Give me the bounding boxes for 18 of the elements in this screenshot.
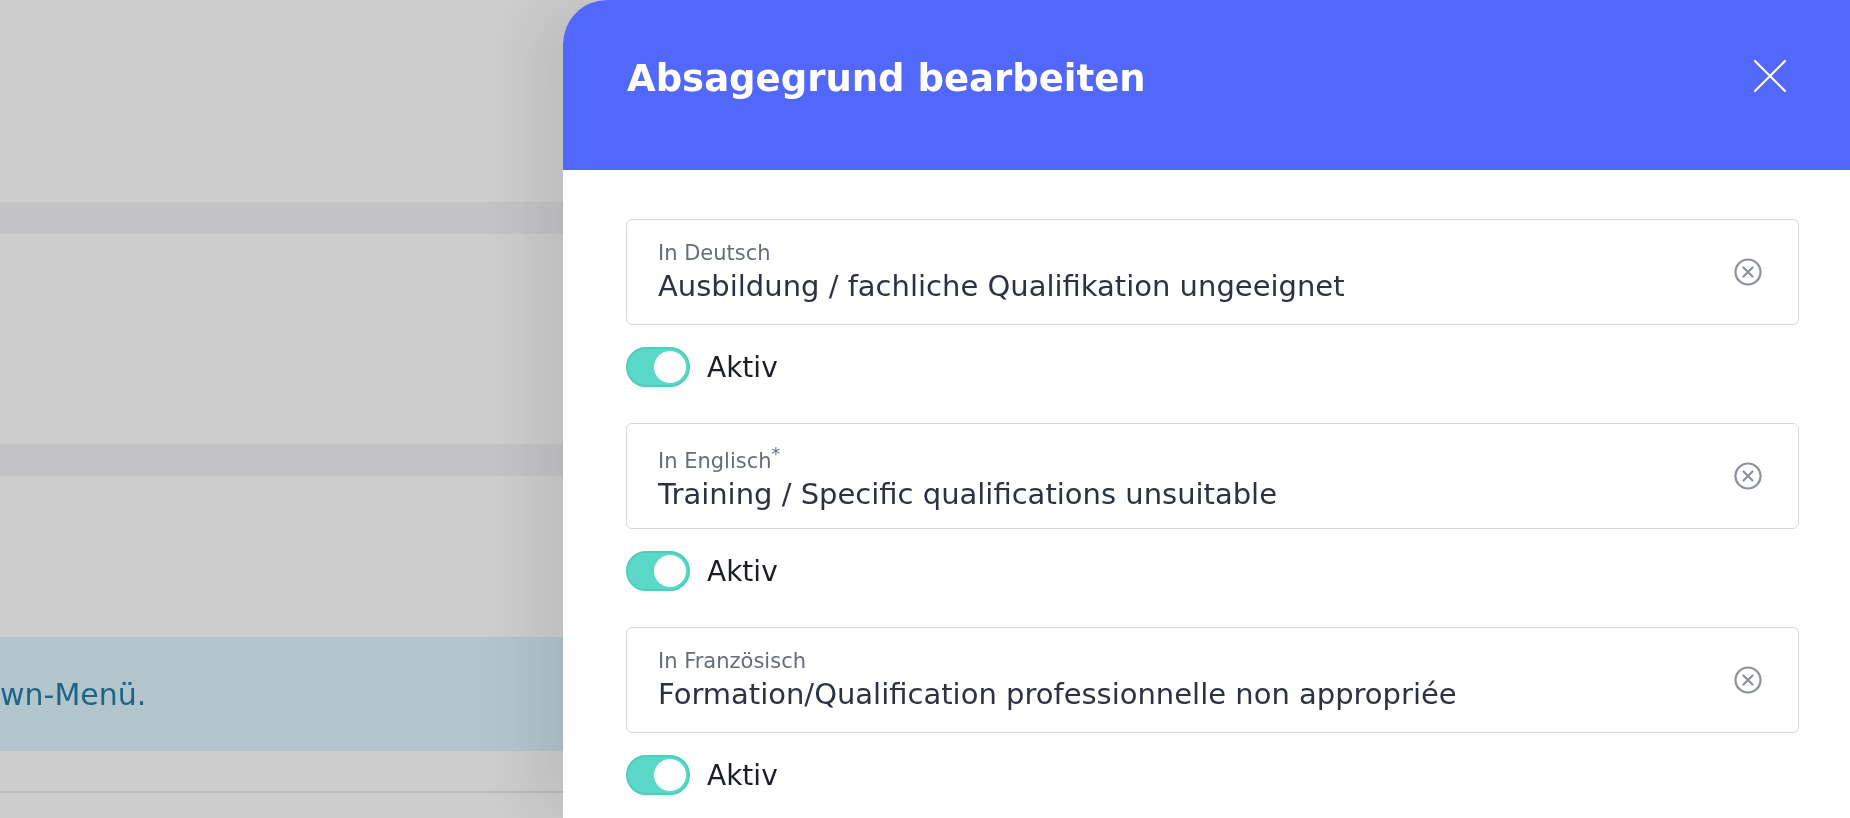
drawer-title: Absagegrund bearbeiten <box>627 56 1146 100</box>
clear-icon[interactable] <box>1734 462 1762 490</box>
toggle-label: Aktiv <box>707 350 778 384</box>
toggle-switch[interactable] <box>626 755 690 795</box>
toggle-label: Aktiv <box>707 758 778 792</box>
clear-icon[interactable] <box>1734 666 1762 694</box>
toggle-label: Aktiv <box>707 554 778 588</box>
text-field[interactable]: In Französisch Formation/Qualification professionnelle non appropriée <box>626 627 1799 733</box>
text-field[interactable]: In Deutsch Ausbildung / fachliche Qualifikation ungeeignet <box>626 219 1799 325</box>
field-label: In Englisch$^{*}$ <box>658 442 781 474</box>
toggle-switch[interactable] <box>626 347 690 387</box>
clear-icon[interactable] <box>1734 258 1762 286</box>
toggle-switch[interactable] <box>626 551 690 591</box>
banner-text: wn-Menü. <box>0 676 147 712</box>
field-label: In Französisch <box>658 648 806 674</box>
text-field[interactable]: In Englisch$^{*}$ Training / Specific qualifications unsuitable <box>626 423 1799 529</box>
field-label: In Deutsch <box>658 240 771 266</box>
close-icon[interactable] <box>1754 60 1786 92</box>
